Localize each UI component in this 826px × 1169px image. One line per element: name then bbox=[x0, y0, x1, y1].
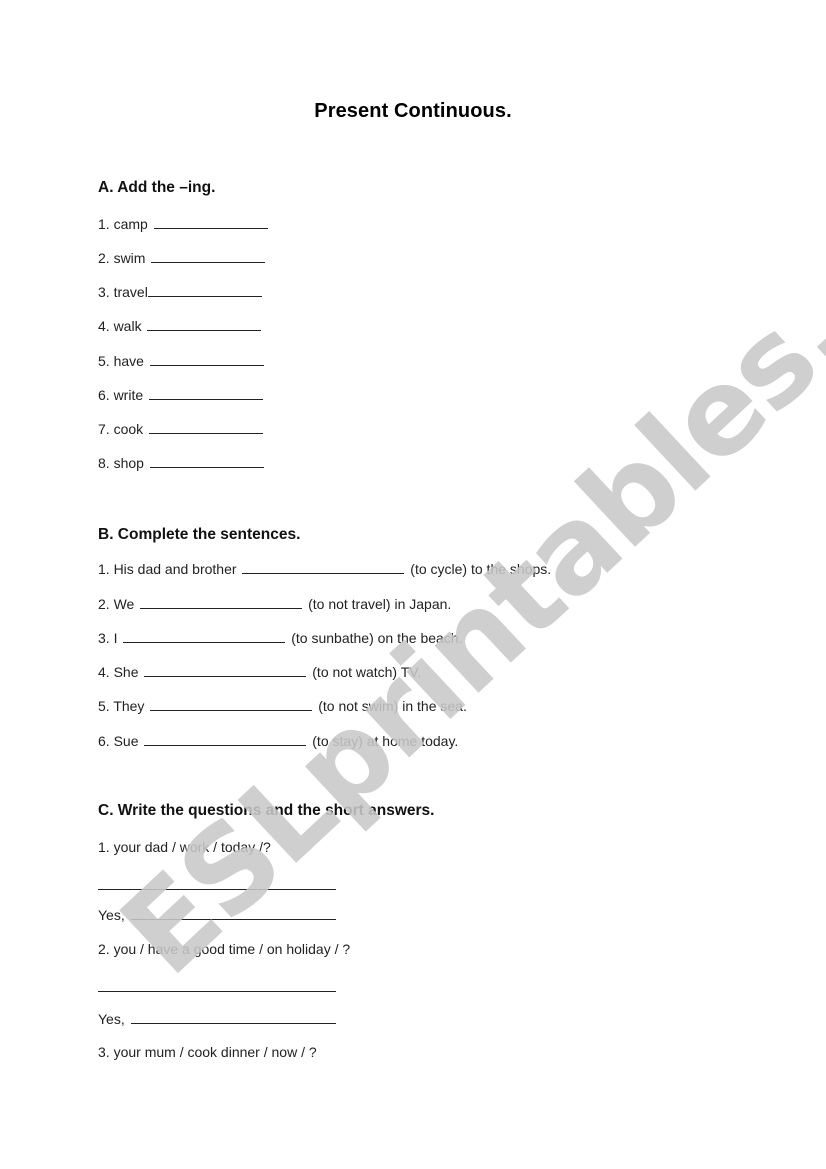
item-label: 4. walk bbox=[98, 318, 146, 334]
exercise-a-item: 6. write bbox=[98, 387, 265, 403]
exercise-b-item: 5. They (to not swim) in the sea. bbox=[98, 698, 467, 714]
item-label: 8. shop bbox=[98, 455, 148, 471]
short-answer-prefix: Yes, bbox=[98, 1011, 129, 1027]
short-answer-line: Yes, bbox=[98, 1011, 338, 1027]
sentence-start: 4. She bbox=[98, 664, 143, 680]
question-answer-line bbox=[98, 979, 338, 995]
exercise-a-item: 8. shop bbox=[98, 455, 266, 471]
exercise-a-item: 4. walk bbox=[98, 318, 263, 334]
question-blank[interactable] bbox=[98, 990, 336, 992]
short-answer-blank[interactable] bbox=[130, 918, 336, 920]
sentence-start: 2. We bbox=[98, 596, 139, 612]
sentence-end: (to sunbathe) on the beach. bbox=[287, 630, 463, 646]
item-label: 7. cook bbox=[98, 421, 148, 437]
question-prompt: 1. your dad / work / today /? bbox=[98, 839, 271, 855]
question-prompt: 2. you / have a good time / on holiday /… bbox=[98, 941, 351, 957]
question-answer-line bbox=[98, 877, 338, 893]
item-label: 2. swim bbox=[98, 250, 150, 266]
exercise-a-item: 5. have bbox=[98, 353, 266, 369]
answer-blank[interactable] bbox=[144, 675, 307, 677]
answer-blank[interactable] bbox=[151, 261, 266, 263]
sentence-start: 3. I bbox=[98, 630, 122, 646]
answer-blank[interactable] bbox=[149, 364, 264, 366]
short-answer-line: Yes, bbox=[98, 907, 338, 923]
exercise-a-item: 1. camp bbox=[98, 216, 270, 232]
sentence-start: 5. They bbox=[98, 698, 149, 714]
sentence-end: (to stay) at home today. bbox=[308, 733, 459, 749]
question-blank[interactable] bbox=[98, 888, 336, 890]
section-c-heading: C. Write the questions and the short ans… bbox=[98, 802, 435, 819]
answer-blank[interactable] bbox=[149, 466, 264, 468]
exercise-b-item: 1. His dad and brother (to cycle) to the… bbox=[98, 561, 551, 577]
item-label: 3. travel bbox=[98, 284, 148, 300]
answer-blank[interactable] bbox=[140, 607, 303, 609]
answer-blank[interactable] bbox=[242, 572, 405, 574]
section-b-heading: B. Complete the sentences. bbox=[98, 526, 301, 543]
question-prompt: 3. your mum / cook dinner / now / ? bbox=[98, 1044, 317, 1060]
answer-blank[interactable] bbox=[149, 432, 264, 434]
item-label: 1. camp bbox=[98, 216, 152, 232]
short-answer-blank[interactable] bbox=[130, 1022, 336, 1024]
page-title: Present Continuous. bbox=[314, 100, 512, 122]
exercise-a-item: 7. cook bbox=[98, 421, 265, 437]
item-label: 5. have bbox=[98, 353, 148, 369]
exercise-b-item: 3. I (to sunbathe) on the beach. bbox=[98, 630, 462, 646]
item-label: 6. write bbox=[98, 387, 148, 403]
answer-blank[interactable] bbox=[147, 295, 262, 297]
exercise-b-item: 2. We (to not travel) in Japan. bbox=[98, 596, 451, 612]
answer-blank[interactable] bbox=[144, 744, 307, 746]
sentence-end: (to not swim) in the sea. bbox=[314, 698, 467, 714]
sentence-start: 6. Sue bbox=[98, 733, 143, 749]
answer-blank[interactable] bbox=[123, 641, 286, 643]
answer-blank[interactable] bbox=[153, 227, 268, 229]
sentence-end: (to cycle) to the shops. bbox=[406, 561, 552, 577]
exercise-b-item: 4. She (to not watch) TV. bbox=[98, 664, 421, 680]
exercise-a-item: 3. travel bbox=[98, 284, 264, 300]
short-answer-prefix: Yes, bbox=[98, 907, 129, 923]
answer-blank[interactable] bbox=[147, 329, 262, 331]
answer-blank[interactable] bbox=[149, 398, 264, 400]
answer-blank[interactable] bbox=[150, 709, 313, 711]
section-a-heading: A. Add the –ing. bbox=[98, 179, 216, 196]
worksheet-page: Present Continuous. A. Add the –ing. 1. … bbox=[0, 0, 826, 1169]
sentence-end: (to not travel) in Japan. bbox=[304, 596, 452, 612]
exercise-a-item: 2. swim bbox=[98, 250, 267, 266]
sentence-start: 1. His dad and brother bbox=[98, 561, 241, 577]
exercise-b-item: 6. Sue (to stay) at home today. bbox=[98, 733, 458, 749]
sentence-end: (to not watch) TV. bbox=[308, 664, 422, 680]
